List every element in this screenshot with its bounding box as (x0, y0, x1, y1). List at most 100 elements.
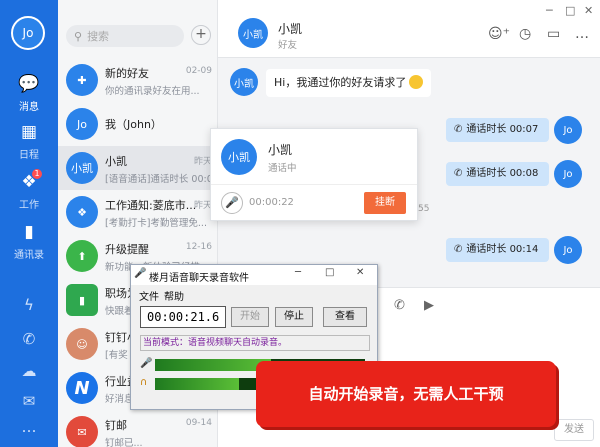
close-icon[interactable]: ✕ (584, 4, 593, 17)
headphones-icon: ∩ (140, 377, 148, 388)
call-record-bubble[interactable]: ✆ 通话时长 00:14 (446, 238, 549, 262)
list-item[interactable]: 小凯 小凯 [语音通话]通话时长 00:0... 昨天 (58, 146, 217, 190)
stop-button[interactable]: 停止 (275, 307, 313, 327)
call-timer: 00:00:22 (249, 197, 294, 208)
close-icon[interactable]: ✕ (356, 267, 364, 278)
mic-level-fill (155, 359, 271, 371)
add-user-icon: ✚ (66, 64, 98, 96)
item-name: 新的好友 (105, 67, 149, 80)
phone-icon: ✆ (454, 124, 463, 135)
speaker-level-fill (155, 378, 239, 390)
phone-icon[interactable]: ✆ (0, 330, 58, 348)
item-time: 02-09 (185, 66, 212, 76)
view-button[interactable]: 查看 (323, 307, 367, 327)
menu-help[interactable]: 帮助 (164, 288, 184, 303)
minimize-icon[interactable]: ─ (546, 4, 553, 17)
phone-icon: ✆ (454, 168, 463, 179)
microphone-icon: 🎤 (140, 358, 153, 369)
chat-subtitle: 好友 (278, 40, 298, 51)
chat-icon: 💬 (18, 74, 40, 94)
call-controls: 🎤 00:00:22 挂断 (211, 184, 417, 220)
battery-icon: ▮ (66, 284, 98, 316)
recording-time: 00:00:21.6 (140, 306, 226, 328)
smile-emoji-icon (409, 75, 424, 89)
menu-file[interactable]: 文件 (139, 288, 159, 303)
avatar: Jo (66, 108, 98, 140)
person-icon: ☺ (66, 328, 98, 360)
chat-avatar[interactable]: 小凯 (238, 18, 268, 48)
avatar[interactable]: 小凯 (230, 68, 258, 96)
nav-messages-label: 消息 (19, 102, 39, 113)
recorder-titlebar[interactable]: 🎤 楼月语音聊天录音软件 ─ □ ✕ (131, 265, 377, 285)
item-preview: [考勤打卡]考勤管理免... (105, 218, 207, 229)
search-input[interactable]: ⚲ 搜索 (66, 25, 184, 47)
item-name: 钉邮 (105, 419, 127, 432)
avatar: 小凯 (66, 152, 98, 184)
my-avatar[interactable]: Jo (11, 16, 45, 50)
nav-work[interactable]: ❖ 1 工作 (0, 169, 58, 211)
mail-icon: ✉ (66, 416, 98, 447)
item-name: 升级提醒 (105, 243, 149, 256)
item-time: 12-16 (185, 242, 212, 252)
phone-icon: ✆ (454, 244, 463, 255)
list-item[interactable]: ✚ 新的好友 你的通讯录好友在用... 02-09 (58, 58, 217, 102)
maximize-icon[interactable]: □ (325, 267, 334, 278)
cloud-icon[interactable]: ☁ (0, 362, 58, 380)
call-icon[interactable]: ✆ (394, 298, 405, 313)
nav-calendar-label: 日程 (19, 150, 39, 161)
avatar[interactable]: Jo (554, 236, 582, 264)
search-placeholder: 搜索 (87, 30, 110, 43)
call-status: 通话中 (268, 163, 297, 174)
nav-contacts[interactable]: ▮ 通讯录 (0, 222, 58, 261)
item-preview: 你的通讯录好友在用... (105, 86, 200, 97)
mode-status: 当前模式：语音视频聊天自动录音。 (140, 335, 370, 351)
add-button[interactable]: + (191, 25, 211, 45)
nav-contacts-label: 通讯录 (14, 250, 44, 261)
item-preview: [语音通话]通话时长 00:0... (105, 174, 213, 185)
clock-icon[interactable]: ◷ (519, 26, 531, 42)
call-duration: 通话时长 00:08 (466, 168, 539, 179)
send-button[interactable]: 发送 (554, 419, 594, 441)
left-rail: Jo 💬 消息 ▦ 日程 ❖ 1 工作 ▮ 通讯录 ϟ ✆ ☁ ✉ … (0, 0, 58, 447)
call-record-bubble[interactable]: ✆ 通话时长 00:07 (446, 118, 549, 142)
start-button[interactable]: 开始 (231, 307, 269, 327)
maximize-icon[interactable]: □ (565, 4, 575, 17)
hangup-button[interactable]: 挂断 (364, 192, 406, 214)
add-member-icon[interactable]: ☺⁺ (488, 26, 510, 42)
list-item[interactable]: Jo 我（John） (58, 102, 217, 146)
folder-icon[interactable]: ▭ (547, 26, 560, 42)
chat-header: 小凯 小凯 好友 ☺⁺ ◷ ▭ … ─ □ ✕ (218, 0, 600, 58)
upgrade-icon: ⬆ (66, 240, 98, 272)
nav-calendar[interactable]: ▦ 日程 (0, 122, 58, 161)
item-time: 09-14 (185, 418, 212, 428)
work-badge: 1 (32, 169, 42, 179)
apps-icon: ❖ (21, 172, 37, 192)
more-icon[interactable]: … (0, 418, 58, 436)
list-item[interactable]: ❖ 工作通知:菱底市... [考勤打卡]考勤管理免... 昨天 (58, 190, 217, 234)
item-name: 工作通知:菱底市... (105, 199, 197, 212)
search-icon: ⚲ (74, 29, 83, 43)
caller-avatar: 小凯 (221, 139, 257, 175)
contacts-icon: ▮ (24, 222, 34, 242)
annotation-callout: 自动开始录音，无需人工干预 (256, 361, 556, 427)
nav-messages[interactable]: 💬 消息 (0, 74, 58, 113)
avatar[interactable]: Jo (554, 116, 582, 144)
microphone-icon[interactable]: 🎤 (221, 192, 243, 214)
microphone-icon: 🎤 (134, 268, 147, 279)
mail-icon[interactable]: ✉ (0, 392, 58, 410)
avatar[interactable]: Jo (554, 160, 582, 188)
call-duration: 通话时长 00:14 (466, 244, 539, 255)
message-text: Hi，我通过你的好友请求了 (274, 76, 407, 89)
chat-title: 小凯 (278, 22, 303, 36)
lightning-icon[interactable]: ϟ (0, 296, 58, 314)
minimize-icon[interactable]: ─ (295, 267, 301, 278)
call-record-bubble[interactable]: ✆ 通话时长 00:08 (446, 162, 549, 186)
nav-work-label: 工作 (19, 200, 39, 211)
calendar-icon: ▦ (20, 122, 38, 142)
grid-icon: ❖ (66, 196, 98, 228)
call-popup: 小凯 小凯 通话中 🎤 00:00:22 挂断 (210, 128, 418, 221)
recorder-title: 楼月语音聊天录音软件 (149, 273, 249, 284)
more-icon[interactable]: … (575, 26, 589, 42)
video-icon[interactable]: ▶ (424, 298, 434, 313)
list-item[interactable]: ✉ 钉邮 钉邮已... 09-14 (58, 410, 217, 447)
